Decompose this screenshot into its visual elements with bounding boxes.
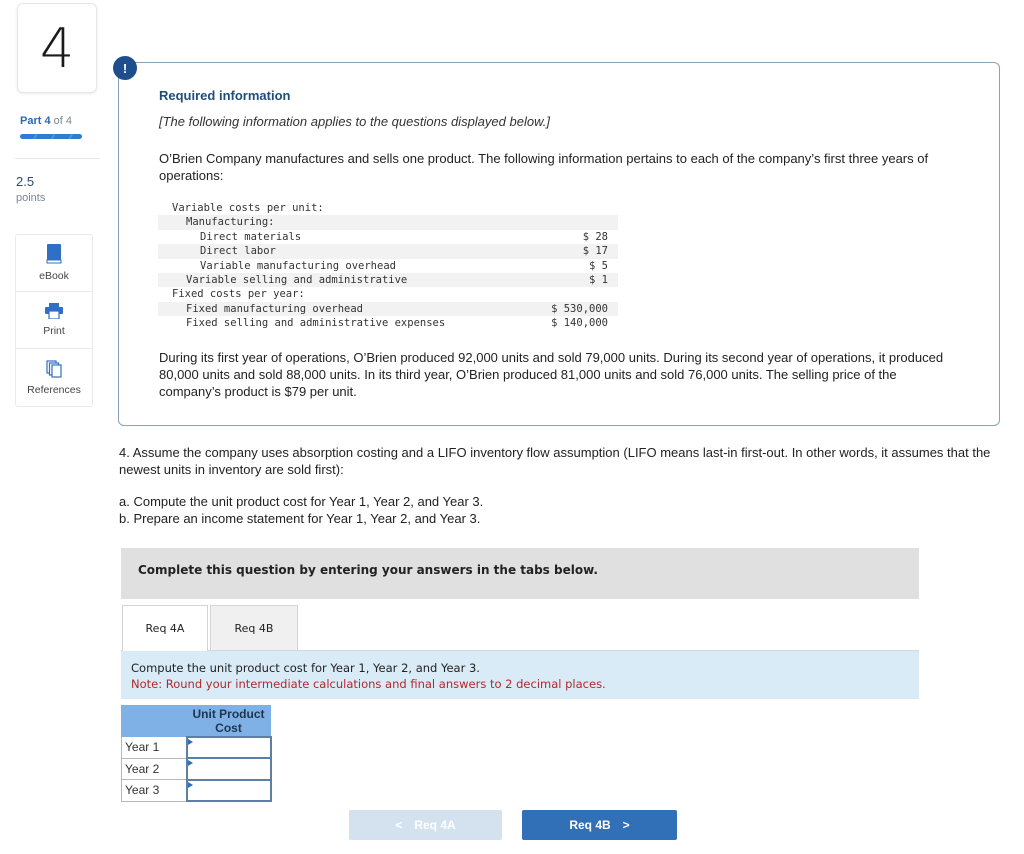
cost-label: Variable costs per unit: [172, 202, 324, 214]
prev-req-button[interactable]: < Req 4A [349, 810, 502, 840]
year-3-cost-input[interactable] [187, 780, 270, 800]
ebook-button[interactable]: eBook [16, 235, 92, 292]
question-number-box: 4 [17, 3, 97, 93]
part-indicator: Part 4 of 4 [20, 115, 72, 127]
cost-label: Direct labor [158, 244, 528, 259]
table-row: Year 2 [121, 757, 272, 781]
year-2-cost-input[interactable] [187, 759, 270, 779]
cost-value: $ 140,000 [551, 317, 608, 330]
cost-value [528, 287, 618, 301]
header-line-1: Unit Product [192, 706, 265, 721]
question-part-b: b. Prepare an income statement for Year … [119, 511, 481, 526]
tab-req-4b[interactable]: Req 4B [210, 605, 298, 650]
row-label: Year 1 [121, 736, 187, 759]
part-prefix: Part [20, 115, 42, 127]
cost-row: Direct labor $ 17 [158, 244, 618, 259]
cost-label: Variable manufacturing overhead [200, 259, 396, 272]
print-button[interactable]: Print [16, 292, 92, 349]
cost-value: $ 17 [528, 244, 618, 259]
documents-icon [46, 359, 62, 378]
header-line-2: Cost [215, 720, 242, 735]
cost-value: $ 530,000 [528, 301, 618, 317]
cost-row: Manufacturing: [158, 215, 618, 230]
sidebar-divider [15, 158, 100, 159]
input-flag-icon [187, 738, 193, 745]
table-header-row: Unit Product Cost [121, 705, 271, 737]
year-1-cost-input[interactable] [187, 737, 270, 757]
required-info-subtitle: [The following information applies to th… [159, 114, 550, 129]
part-progress-bar [20, 134, 82, 139]
table-row: Year 1 [121, 735, 272, 759]
cost-value [528, 215, 618, 230]
tab-instructions: Compute the unit product cost for Year 1… [121, 650, 919, 699]
question-part-a: a. Compute the unit product cost for Yea… [119, 494, 484, 509]
cost-label: Fixed selling and administrative expense… [186, 317, 446, 330]
cost-value: $ 28 [582, 230, 608, 243]
table-row: Year 3 [121, 778, 272, 802]
intro-text: O’Brien Company manufactures and sells o… [159, 151, 929, 183]
book-icon [46, 244, 62, 264]
instruction-text: Compute the unit product cost for Year 1… [131, 661, 480, 675]
points-value: 2.5 [16, 174, 35, 189]
print-label: Print [43, 325, 65, 337]
part-current: 4 [44, 115, 51, 127]
cost-value: $ 5 [589, 259, 608, 272]
ebook-label: eBook [39, 270, 69, 282]
cost-label: Variable selling and administrative [158, 273, 528, 288]
year-3-cost-cell[interactable] [185, 778, 272, 802]
cost-row: Fixed selling and administrative expense… [158, 316, 618, 330]
unit-cost-table: Unit Product Cost Year 1 Year 2 Year 3 [121, 705, 272, 802]
next-req-button[interactable]: Req 4B > [522, 810, 677, 840]
printer-icon [45, 303, 63, 319]
chevron-left-icon: < [395, 818, 403, 832]
instructions-text: Complete this question by entering your … [138, 563, 598, 577]
cost-label: Fixed costs per year: [172, 288, 305, 301]
question-text: 4. Assume the company uses absorption co… [119, 445, 991, 477]
question-number: 4 [39, 16, 75, 80]
tab-req-4a[interactable]: Req 4A [122, 605, 208, 651]
year-2-cost-cell[interactable] [185, 757, 272, 781]
chevron-right-icon: > [622, 818, 630, 832]
row-label: Year 2 [121, 757, 187, 780]
cost-label: Manufacturing: [158, 215, 528, 230]
cost-table: Variable costs per unit: Manufacturing: … [158, 201, 618, 331]
header-unit-product-cost: Unit Product Cost [186, 705, 271, 737]
cost-row: Variable selling and administrative $ 1 [158, 273, 618, 288]
references-button[interactable]: References [16, 349, 92, 406]
row-label: Year 3 [121, 779, 187, 802]
header-blank [121, 705, 187, 737]
cost-row: Variable costs per unit: [158, 201, 618, 215]
cost-value [528, 201, 618, 215]
instructions-bar: Complete this question by entering your … [121, 548, 919, 599]
alert-icon: ! [113, 56, 137, 80]
points-label: points [16, 192, 46, 204]
cost-row: Fixed costs per year: [158, 287, 618, 301]
references-label: References [27, 383, 81, 396]
part-suffix: of 4 [53, 115, 73, 127]
next-req-label: Req 4B [569, 818, 611, 832]
cost-label: Direct materials [200, 230, 302, 243]
tools-panel: eBook Print References [15, 234, 93, 407]
cost-row: Fixed manufacturing overhead $ 530,000 [158, 301, 618, 317]
cost-value: $ 1 [528, 273, 618, 288]
question-parts: a. Compute the unit product cost for Yea… [119, 493, 483, 527]
input-flag-icon [187, 781, 193, 788]
rounding-note: Note: Round your intermediate calculatio… [131, 677, 606, 691]
cost-row: Variable manufacturing overhead $ 5 [158, 259, 618, 273]
story-text: During its first year of operations, O’B… [159, 350, 944, 399]
year-1-cost-cell[interactable] [185, 735, 272, 759]
required-info-title: Required information [159, 88, 291, 103]
cost-row: Direct materials $ 28 [158, 230, 618, 244]
prev-req-label: Req 4A [414, 818, 456, 832]
input-flag-icon [187, 760, 193, 766]
cost-label: Fixed manufacturing overhead [158, 301, 528, 317]
